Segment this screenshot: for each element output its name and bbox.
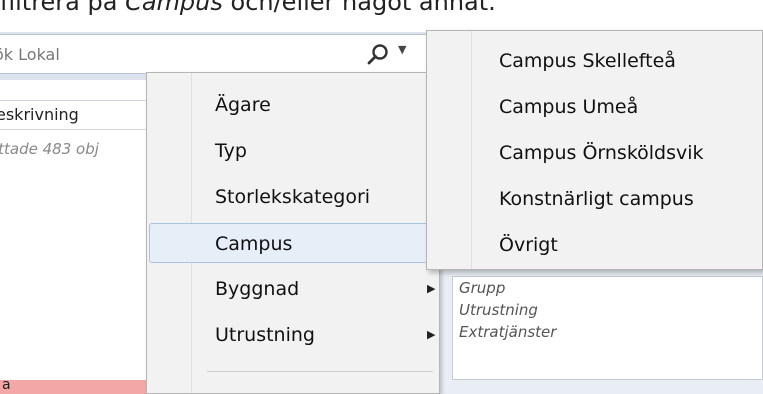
campus-submenu: Campus Skellefteå Campus Umeå Campus Örn… (426, 30, 763, 270)
submenu-item-campus-skelleftea[interactable]: Campus Skellefteå (499, 41, 676, 81)
menu-item-label: Storlekskategori (215, 186, 371, 208)
menu-item-label: Ägare (215, 94, 271, 116)
submenu-arrow-icon: ▶ (427, 328, 436, 341)
instruction-text: filtrera på Campus och/eller något annat… (0, 0, 496, 32)
table-row[interactable]: a (0, 377, 148, 394)
menu-separator (207, 371, 433, 372)
submenu-arrow-icon: ▶ (427, 282, 436, 295)
search-icon[interactable] (365, 42, 391, 68)
list-item[interactable]: Extratjänster (453, 321, 762, 343)
menu-item-agare[interactable]: Ägare ▶ (149, 85, 437, 125)
list-item[interactable]: Utrustning (453, 299, 762, 321)
submenu-item-campus-umea[interactable]: Campus Umeå (499, 87, 638, 127)
menu-item-label: Byggnad (215, 278, 300, 300)
menu-item-label: Typ (215, 140, 247, 162)
submenu-item-konstnarligt-campus[interactable]: Konstnärligt campus (499, 179, 694, 219)
context-menu: Ägare ▶ Typ ▶ Storlekskategori ▶ Campus … (146, 72, 440, 394)
menu-item-storlekskategori[interactable]: Storlekskategori ▶ (149, 177, 437, 217)
menu-item-typ[interactable]: Typ ▶ (149, 131, 437, 171)
right-list: Grupp Utrustning Extratjänster (452, 276, 763, 380)
submenu-item-campus-ornskoldsvik[interactable]: Campus Örnsköldsvik (499, 133, 704, 173)
search-input[interactable] (0, 35, 330, 73)
instruction-suffix: och/eller något annat. (222, 0, 496, 16)
instruction-prefix: filtrera på (0, 0, 126, 16)
menu-gutter (471, 31, 472, 269)
search-box[interactable]: ▼ (0, 34, 428, 74)
chevron-down-icon[interactable]: ▼ (398, 43, 406, 56)
menu-item-campus[interactable]: Campus ▶ (149, 223, 437, 263)
submenu-item-ovrigt[interactable]: Övrigt (499, 225, 558, 265)
table-row-text: a (2, 377, 11, 393)
list-item[interactable]: Grupp (453, 277, 762, 299)
column-header-description[interactable]: eskrivning (0, 100, 148, 130)
instruction-emphasis: Campus (125, 0, 223, 16)
menu-item-label: Campus (215, 233, 293, 255)
menu-item-utrustning[interactable]: Utrustning ▶ (149, 315, 437, 355)
menu-item-label: Utrustning (215, 324, 315, 346)
hits-count-text: ittade 483 obj (0, 140, 99, 158)
menu-item-byggnad[interactable]: Byggnad ▶ (149, 269, 437, 309)
results-table: eskrivning ittade 483 obj (0, 80, 148, 394)
